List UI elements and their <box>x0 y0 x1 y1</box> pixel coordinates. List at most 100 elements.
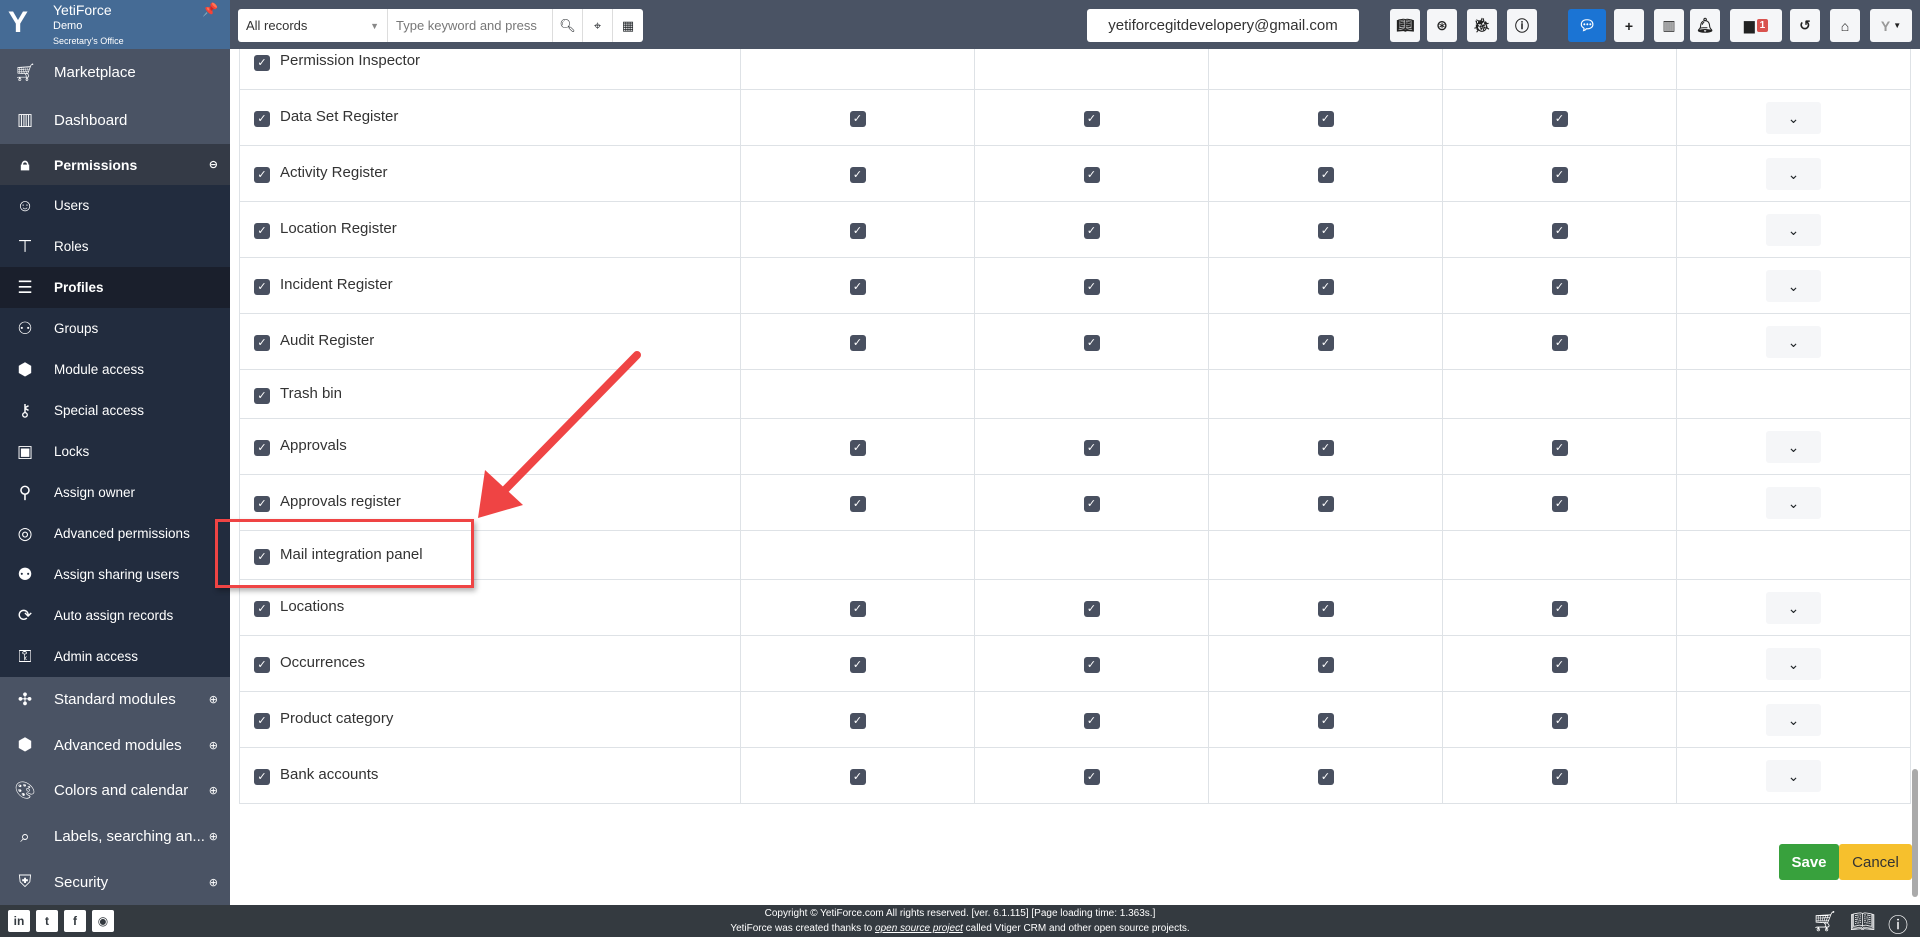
user-email[interactable]: yetiforcegitdevelopery@gmail.com <box>1087 9 1359 42</box>
permission-checkbox[interactable]: ✓ <box>849 222 866 239</box>
permission-checkbox[interactable]: ✓ <box>1083 278 1100 295</box>
expand-fields-button[interactable]: ⌄ <box>1766 430 1821 463</box>
chat-button[interactable]: 💬︎ <box>1568 9 1606 42</box>
permission-checkbox[interactable]: ✓ <box>1551 110 1568 127</box>
support-button[interactable]: ⊛ <box>1427 9 1457 42</box>
bug-report-button[interactable]: 🐞︎ <box>1467 9 1497 42</box>
sidebar-item-roles[interactable]: ⊤ Roles <box>0 226 230 267</box>
expand-fields-button[interactable]: ⌄ <box>1766 703 1821 736</box>
permission-checkbox[interactable]: ✓ <box>1083 439 1100 456</box>
book-icon[interactable]: 📖︎ <box>1850 909 1875 934</box>
sidebar-item-users[interactable]: ☺ Users <box>0 185 230 226</box>
sidebar-item-security[interactable]: ⛨ Security ⊕ <box>0 859 230 905</box>
module-checkbox[interactable]: ✓ <box>254 387 270 404</box>
pin-icon[interactable]: 📌 <box>202 2 218 18</box>
permission-checkbox[interactable]: ✓ <box>1551 495 1568 512</box>
permission-checkbox[interactable]: ✓ <box>1083 110 1100 127</box>
module-checkbox[interactable]: ✓ <box>254 223 270 239</box>
expand-icon[interactable]: ⊕ <box>209 693 218 706</box>
permission-checkbox[interactable]: ✓ <box>1551 768 1568 785</box>
home-button[interactable]: ⌂ <box>1830 9 1860 42</box>
expand-icon[interactable]: ⊕ <box>209 830 218 843</box>
sidebar-item-permissions[interactable]: 🔒︎ Permissions ⊖ <box>0 144 230 185</box>
expand-icon[interactable]: ⊕ <box>209 739 218 752</box>
sidebar-item-advanced-permissions[interactable]: ◎ Advanced permissions <box>0 513 230 554</box>
sidebar-item-marketplace[interactable]: 🛒︎ Marketplace <box>0 49 230 97</box>
permission-checkbox[interactable]: ✓ <box>1083 495 1100 512</box>
permission-checkbox[interactable]: ✓ <box>1083 656 1100 673</box>
sidebar-item-colors-and-calendar[interactable]: 🎨︎ Colors and calendar ⊕ <box>0 768 230 814</box>
permission-checkbox[interactable]: ✓ <box>1551 334 1568 351</box>
permission-checkbox[interactable]: ✓ <box>849 110 866 127</box>
calendar-button[interactable]: ▆ 1 <box>1730 9 1782 42</box>
module-checkbox[interactable]: ✓ <box>254 279 270 295</box>
permission-checkbox[interactable]: ✓ <box>849 439 866 456</box>
module-checkbox[interactable]: ✓ <box>254 713 270 729</box>
permission-checkbox[interactable]: ✓ <box>849 768 866 785</box>
sidebar-item-profiles[interactable]: ☰ Profiles <box>0 267 230 308</box>
permission-checkbox[interactable]: ✓ <box>849 278 866 295</box>
expand-fields-button[interactable]: ⌄ <box>1766 647 1821 680</box>
permission-checkbox[interactable]: ✓ <box>1317 712 1334 729</box>
permission-checkbox[interactable]: ✓ <box>1551 222 1568 239</box>
module-checkbox[interactable]: ✓ <box>254 167 270 183</box>
module-checkbox[interactable]: ✓ <box>254 335 270 351</box>
expand-fields-button[interactable]: ⌄ <box>1766 213 1821 246</box>
module-checkbox[interactable]: ✓ <box>254 496 270 512</box>
permission-checkbox[interactable]: ✓ <box>849 495 866 512</box>
permission-checkbox[interactable]: ✓ <box>1317 334 1334 351</box>
permission-checkbox[interactable]: ✓ <box>849 334 866 351</box>
user-menu-button[interactable]: Y ▼ <box>1870 9 1912 42</box>
collapse-icon[interactable]: ⊖ <box>209 158 218 171</box>
module-checkbox[interactable]: ✓ <box>254 657 270 673</box>
expand-fields-button[interactable]: ⌄ <box>1766 486 1821 519</box>
history-button[interactable]: ↺ <box>1790 9 1820 42</box>
cancel-button[interactable]: Cancel <box>1839 844 1912 880</box>
expand-fields-button[interactable]: ⌄ <box>1766 157 1821 190</box>
permission-checkbox[interactable]: ✓ <box>1083 166 1100 183</box>
permission-checkbox[interactable]: ✓ <box>1317 656 1334 673</box>
expand-fields-button[interactable]: ⌄ <box>1766 591 1821 624</box>
permission-checkbox[interactable]: ✓ <box>1317 166 1334 183</box>
permission-checkbox[interactable]: ✓ <box>1551 656 1568 673</box>
module-checkbox[interactable]: ✓ <box>254 601 270 617</box>
info-icon[interactable]: ⓘ <box>1888 909 1908 938</box>
scrollbar[interactable] <box>1912 769 1918 897</box>
permission-checkbox[interactable]: ✓ <box>1551 712 1568 729</box>
permission-checkbox[interactable]: ✓ <box>1551 166 1568 183</box>
search-input[interactable]: Type keyword and press <box>388 9 553 42</box>
sidebar-item-assign-sharing-users[interactable]: ⚉ Assign sharing users <box>0 554 230 595</box>
module-checkbox[interactable]: ✓ <box>254 55 270 71</box>
cart-icon[interactable]: 🛒︎ <box>1812 909 1837 934</box>
sidebar-item-locks[interactable]: ▣ Locks <box>0 431 230 472</box>
permission-checkbox[interactable]: ✓ <box>1083 334 1100 351</box>
sidebar-item-module-access[interactable]: ⬢ Module access <box>0 349 230 390</box>
permission-checkbox[interactable]: ✓ <box>1317 600 1334 617</box>
permission-checkbox[interactable]: ✓ <box>1317 495 1334 512</box>
crosshair-button[interactable]: ⌖ <box>583 9 613 42</box>
module-checkbox[interactable]: ✓ <box>254 769 270 785</box>
expand-icon[interactable]: ⊕ <box>209 784 218 797</box>
quick-create-button[interactable]: + <box>1614 9 1644 42</box>
permission-checkbox[interactable]: ✓ <box>1317 768 1334 785</box>
info-button[interactable]: ⓘ <box>1507 9 1537 42</box>
open-source-link[interactable]: open source project <box>875 923 963 934</box>
sidebar-item-auto-assign-records[interactable]: ⟳ Auto assign records <box>0 595 230 636</box>
expand-fields-button[interactable]: ⌄ <box>1766 269 1821 302</box>
expand-icon[interactable]: ⊕ <box>209 876 218 889</box>
expand-fields-button[interactable]: ⌄ <box>1766 325 1821 358</box>
permission-checkbox[interactable]: ✓ <box>849 166 866 183</box>
sidebar-item-groups[interactable]: ⚇ Groups <box>0 308 230 349</box>
permission-checkbox[interactable]: ✓ <box>1551 439 1568 456</box>
permission-checkbox[interactable]: ✓ <box>1551 278 1568 295</box>
permission-checkbox[interactable]: ✓ <box>1083 768 1100 785</box>
sidebar-item-special-access[interactable]: ⚷ Special access <box>0 390 230 431</box>
permission-checkbox[interactable]: ✓ <box>1317 278 1334 295</box>
knowledge-base-button[interactable]: ▥ <box>1654 9 1684 42</box>
search-button[interactable]: 🔍︎ <box>553 9 583 42</box>
module-checkbox[interactable]: ✓ <box>254 111 270 127</box>
sidebar-item-assign-owner[interactable]: ⚲ Assign owner <box>0 472 230 513</box>
permission-checkbox[interactable]: ✓ <box>1083 712 1100 729</box>
permission-checkbox[interactable]: ✓ <box>1551 600 1568 617</box>
sidebar-item-admin-access[interactable]: ⚿ Admin access <box>0 636 230 677</box>
